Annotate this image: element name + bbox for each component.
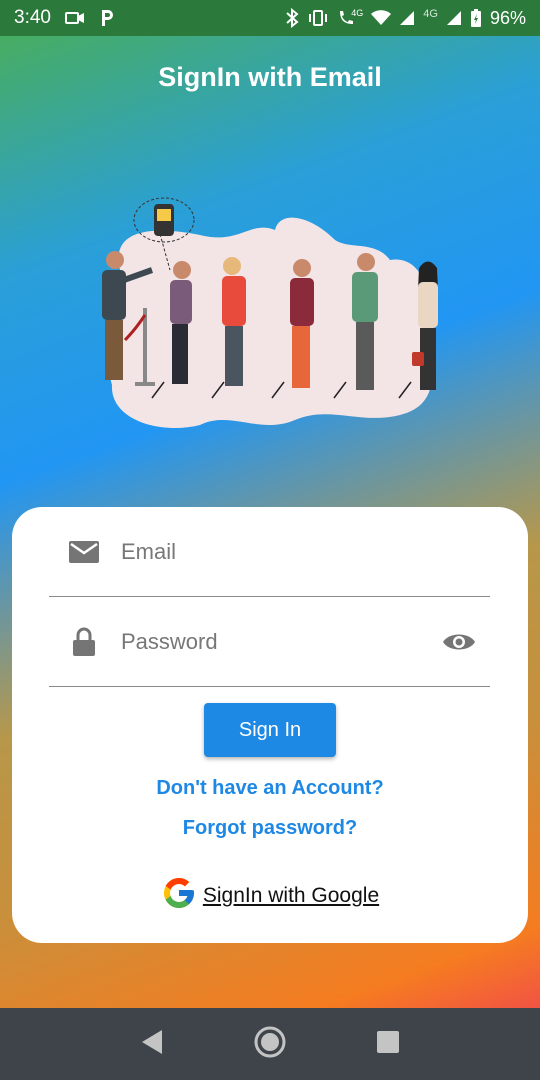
google-signin-label: SignIn with Google xyxy=(202,883,380,907)
network-type-label: 4G xyxy=(351,8,364,18)
eye-icon[interactable] xyxy=(434,631,484,653)
signal-icon xyxy=(399,10,415,26)
battery-level: 96% xyxy=(489,7,526,28)
email-field[interactable] xyxy=(49,507,490,597)
vibrate-icon xyxy=(307,9,329,27)
call-4g-icon: 4G xyxy=(337,8,364,27)
email-input[interactable] xyxy=(121,538,490,565)
status-bar: 3:40 4G 4G 96% xyxy=(0,0,540,36)
recents-icon[interactable] xyxy=(376,1030,400,1059)
home-icon[interactable] xyxy=(253,1025,287,1064)
queue-illustration xyxy=(90,190,450,435)
google-signin-button[interactable]: SignIn with Google xyxy=(12,875,528,916)
parking-icon xyxy=(99,8,115,28)
password-field[interactable] xyxy=(49,597,490,687)
google-icon xyxy=(161,875,197,916)
signal-2-icon xyxy=(446,10,462,26)
no-account-link[interactable]: Don't have an Account? xyxy=(12,777,528,800)
signin-button[interactable]: Sign In xyxy=(204,703,336,757)
page-title: SignIn with Email xyxy=(158,62,382,92)
bluetooth-icon xyxy=(285,8,299,28)
signin-card: Sign In Don't have an Account? Forgot pa… xyxy=(12,507,528,943)
forgot-password-link[interactable]: Forgot password? xyxy=(12,817,528,840)
password-input[interactable] xyxy=(121,628,434,655)
battery-charging-icon xyxy=(470,8,482,28)
network-type-label-2: 4G xyxy=(423,8,438,20)
mail-icon xyxy=(59,540,109,564)
wifi-icon xyxy=(371,10,392,26)
status-time: 3:40 xyxy=(14,7,51,28)
video-camera-icon xyxy=(64,11,85,25)
navigation-bar xyxy=(0,1008,540,1080)
lock-icon xyxy=(59,627,109,657)
back-icon[interactable] xyxy=(140,1029,164,1060)
